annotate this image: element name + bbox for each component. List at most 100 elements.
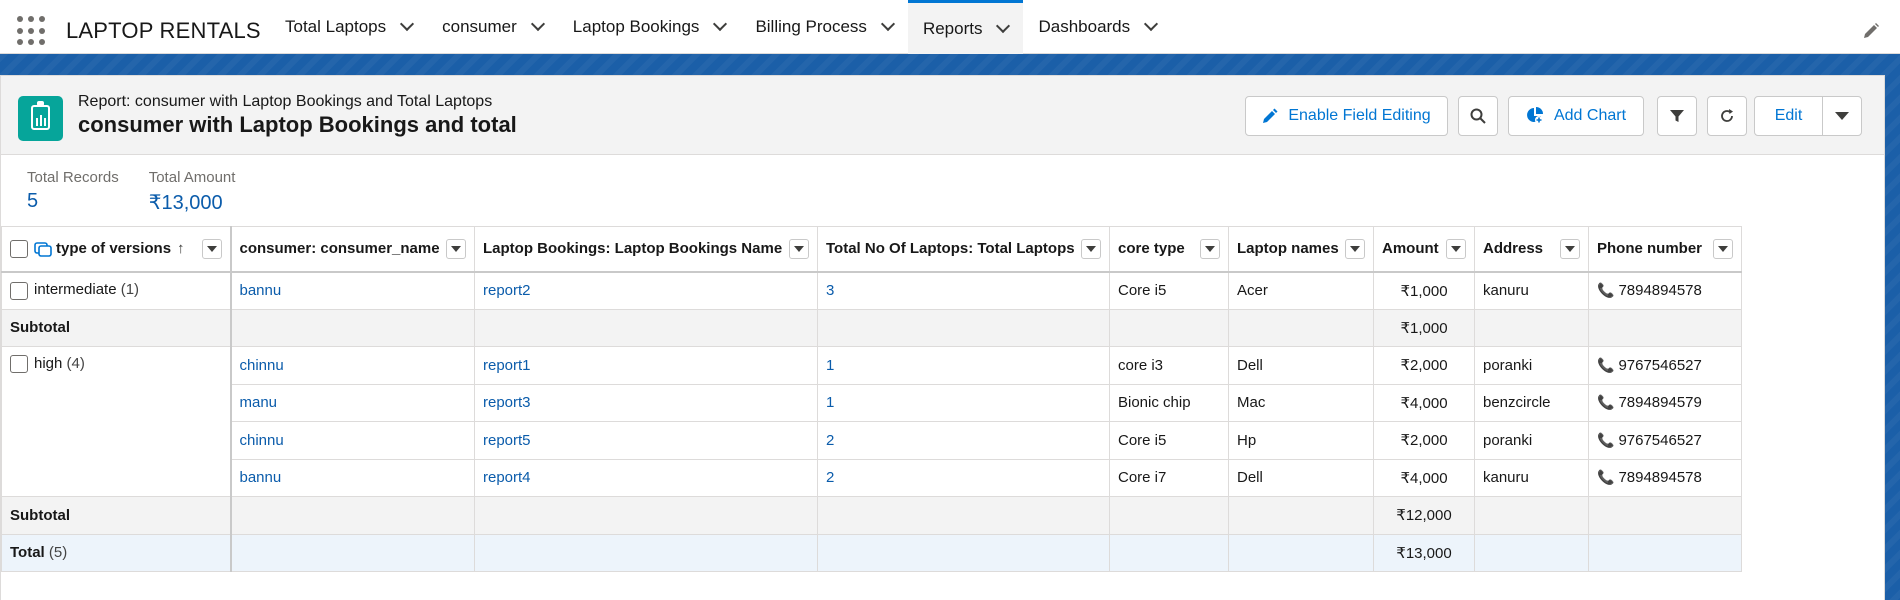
phone-cell[interactable]: 📞 7894894579 — [1588, 383, 1742, 422]
tab-label: Billing Process — [755, 17, 867, 36]
edit-label: Edit — [1774, 107, 1803, 124]
app-launcher-icon[interactable] — [17, 16, 47, 46]
chevron-down-icon — [1451, 245, 1461, 252]
subtotal-row: Subtotal ₹12,000 — [1, 496, 1742, 535]
column-header[interactable]: type of versions ↑ — [1, 226, 232, 273]
phone-cell[interactable]: 📞 7894894578 — [1588, 271, 1742, 310]
phone-cell[interactable]: 📞 9767546527 — [1588, 421, 1742, 460]
chevron-down-icon[interactable] — [996, 18, 1011, 33]
total-amount: Total Amount ₹13,000 — [149, 169, 236, 215]
column-header[interactable]: Laptop names — [1228, 226, 1374, 273]
column-header[interactable]: core type — [1109, 226, 1229, 273]
laptop-name-cell: Mac — [1228, 383, 1374, 422]
booking-link[interactable]: report2 — [483, 282, 531, 299]
pencil-icon[interactable] — [1862, 22, 1880, 40]
search-button[interactable] — [1458, 96, 1498, 136]
consumer-link[interactable]: bannu — [240, 469, 282, 486]
chevron-down-icon — [451, 245, 461, 252]
laptops-link[interactable]: 2 — [826, 469, 834, 486]
more-actions-button[interactable] — [1822, 96, 1862, 136]
column-header[interactable]: Address — [1474, 226, 1589, 273]
add-chart-button[interactable]: Add Chart — [1508, 96, 1644, 136]
total-records: Total Records 5 — [27, 169, 119, 215]
consumer-link[interactable]: chinnu — [240, 357, 284, 374]
refresh-button[interactable] — [1707, 96, 1747, 136]
column-header-label: Amount — [1382, 240, 1439, 258]
consumer-link[interactable]: chinnu — [240, 432, 284, 449]
tab-laptop-bookings[interactable]: Laptop Bookings — [558, 0, 741, 54]
grand-total-count: (5) — [48, 544, 68, 562]
filter-icon — [1670, 110, 1684, 122]
consumer-link[interactable]: bannu — [240, 282, 282, 299]
laptops-link[interactable]: 2 — [826, 432, 834, 449]
report-title: consumer with Laptop Bookings and total — [78, 112, 517, 137]
column-header-label: Phone number — [1597, 240, 1703, 258]
column-header-label: Total No Of Laptops: Total Laptops — [826, 240, 1075, 258]
tab-dashboards[interactable]: Dashboards — [1023, 0, 1171, 54]
filter-button[interactable] — [1657, 96, 1697, 136]
column-menu-button[interactable] — [1345, 238, 1365, 259]
enable-field-editing-button[interactable]: Enable Field Editing — [1245, 96, 1448, 136]
select-all-checkbox[interactable] — [10, 239, 28, 258]
group-label: high — [34, 355, 63, 372]
laptops-link[interactable]: 1 — [826, 357, 834, 374]
column-menu-button[interactable] — [1081, 238, 1101, 259]
booking-link[interactable]: report5 — [483, 432, 531, 449]
phone-cell[interactable]: 📞 9767546527 — [1588, 346, 1742, 385]
group-rows-icon[interactable] — [34, 241, 52, 257]
chevron-down-icon[interactable] — [713, 16, 728, 32]
edit-button[interactable]: Edit — [1754, 96, 1823, 136]
tab-consumer[interactable]: consumer — [427, 0, 558, 54]
subtotal-label: Subtotal — [1, 308, 232, 347]
column-header-label: consumer: consumer_name — [239, 240, 440, 258]
chevron-down-icon[interactable] — [400, 16, 415, 32]
column-header[interactable]: Amount — [1373, 226, 1475, 273]
consumer-link[interactable]: manu — [240, 394, 278, 411]
tab-billing-process[interactable]: Billing Process — [740, 0, 908, 54]
core-type-cell: Core i7 — [1109, 458, 1229, 497]
report-header: Report: consumer with Laptop Bookings an… — [0, 75, 1885, 155]
booking-link[interactable]: report3 — [483, 394, 531, 411]
group-cell: high (4) — [1, 346, 232, 497]
booking-link[interactable]: report4 — [483, 469, 531, 486]
column-menu-button[interactable] — [789, 238, 809, 259]
tab-label: Total Laptops — [285, 17, 387, 36]
column-menu-button[interactable] — [201, 238, 222, 259]
column-menu-button[interactable] — [1560, 238, 1580, 259]
chevron-down-icon[interactable] — [1144, 16, 1159, 32]
tab-reports[interactable]: Reports — [907, 0, 1024, 54]
column-menu-button[interactable] — [1200, 238, 1220, 259]
column-header[interactable]: Phone number — [1588, 226, 1742, 273]
phone-cell[interactable]: 📞 7894894578 — [1588, 458, 1742, 497]
total-records-label: Total Records — [27, 169, 119, 186]
nav-tabs: Total Laptops consumer Laptop Bookings B… — [270, 0, 1171, 54]
address-cell: poranki — [1474, 421, 1589, 460]
laptops-link[interactable]: 3 — [826, 282, 834, 299]
chevron-down-icon[interactable] — [880, 16, 896, 32]
column-header[interactable]: Total No Of Laptops: Total Laptops — [817, 226, 1110, 273]
column-menu-button[interactable] — [1446, 238, 1466, 259]
column-menu-button[interactable] — [446, 238, 466, 259]
group-checkbox[interactable] — [10, 281, 28, 300]
table-header-row: type of versions ↑ consumer: consumer_nam… — [1, 226, 1742, 273]
table-row: high (4) chinnu report1 1 core i3 Dell ₹… — [1, 346, 1742, 497]
group-cell: intermediate (1) — [1, 271, 232, 310]
sort-ascending-icon[interactable]: ↑ — [177, 240, 185, 257]
grand-total-label: Total — [10, 544, 45, 562]
tab-total-laptops[interactable]: Total Laptops — [270, 0, 427, 54]
chevron-down-icon[interactable] — [530, 16, 545, 32]
grand-total-amount: ₹13,000 — [1373, 533, 1475, 572]
column-menu-button[interactable] — [1713, 238, 1733, 259]
group-count: (4) — [66, 355, 85, 372]
booking-link[interactable]: report1 — [483, 357, 531, 374]
tab-label: Laptop Bookings — [572, 17, 700, 36]
column-header[interactable]: Laptop Bookings: Laptop Bookings Name — [474, 226, 818, 273]
laptops-link[interactable]: 1 — [826, 394, 834, 411]
group-checkbox[interactable] — [10, 355, 28, 374]
amount-cell: ₹4,000 — [1373, 383, 1475, 422]
core-type-cell: Core i5 — [1109, 421, 1229, 460]
phone-icon: 📞 — [1597, 282, 1615, 298]
pencil-icon — [1263, 108, 1278, 123]
phone-icon: 📞 — [1597, 469, 1615, 486]
column-header[interactable]: consumer: consumer_name — [230, 226, 475, 273]
